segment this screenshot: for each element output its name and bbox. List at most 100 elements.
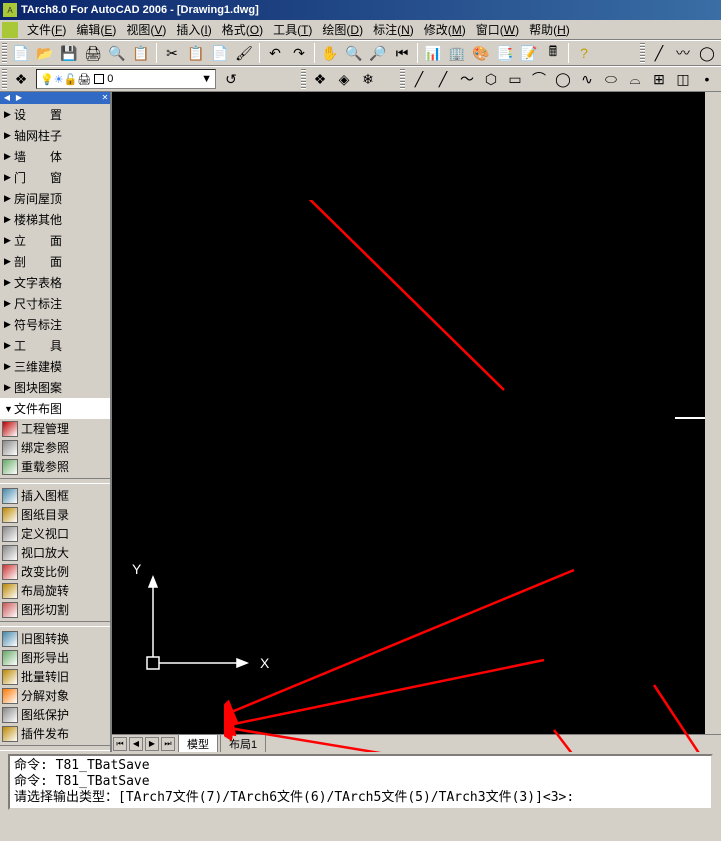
tree-item[interactable]: ▶房间屋顶 bbox=[0, 188, 110, 209]
draw-line-button[interactable]: ╱ bbox=[408, 68, 430, 90]
toolbar-grip[interactable] bbox=[2, 43, 7, 63]
drawing-canvas[interactable]: Y X ⏮ ◀ ▶ ⏭ 模型 布 bbox=[112, 92, 721, 752]
menu-h[interactable]: 帮助(H) bbox=[524, 19, 575, 40]
toolbar-grip[interactable] bbox=[400, 69, 405, 89]
tool-工程管理[interactable]: 工程管理 bbox=[0, 419, 110, 438]
layer-state-button[interactable]: ❖ bbox=[309, 68, 331, 90]
menu-d[interactable]: 绘图(D) bbox=[317, 19, 368, 40]
plot-preview-button[interactable]: 🔍 bbox=[106, 42, 128, 64]
tool-分解对象[interactable]: 分解对象 bbox=[0, 686, 110, 705]
layer-iso-button[interactable]: ◈ bbox=[333, 68, 355, 90]
tree-item[interactable]: ▶墙 体 bbox=[0, 146, 110, 167]
draw-arc-button[interactable]: ⌒ bbox=[528, 68, 550, 90]
tool-视口放大[interactable]: 视口放大 bbox=[0, 543, 110, 562]
tool-图纸目录[interactable]: 图纸目录 bbox=[0, 505, 110, 524]
toolbar-grip[interactable] bbox=[640, 43, 645, 63]
document-icon[interactable] bbox=[2, 22, 18, 38]
tool-布局旋转[interactable]: 布局旋转 bbox=[0, 581, 110, 600]
tree-item[interactable]: ▶尺寸标注 bbox=[0, 293, 110, 314]
toolbar-grip[interactable] bbox=[301, 69, 306, 89]
tool-插入图框[interactable]: 插入图框 bbox=[0, 486, 110, 505]
tab-last-button[interactable]: ⏭ bbox=[161, 737, 175, 751]
tree-item[interactable]: ▶工 具 bbox=[0, 335, 110, 356]
tool-图形切割[interactable]: 图形切割 bbox=[0, 600, 110, 619]
line-button[interactable]: ╱ bbox=[648, 42, 670, 64]
draw-insert-button[interactable]: ⊞ bbox=[648, 68, 670, 90]
match-prop-button[interactable]: 🖌 bbox=[233, 42, 255, 64]
menu-m[interactable]: 修改(M) bbox=[419, 19, 471, 40]
menu-f[interactable]: 文件(F) bbox=[22, 19, 71, 40]
menu-e[interactable]: 编辑(E) bbox=[71, 19, 121, 40]
tab-prev-button[interactable]: ◀ bbox=[129, 737, 143, 751]
draw-polygon-button[interactable]: ⬡ bbox=[480, 68, 502, 90]
pline-button[interactable]: 〰 bbox=[672, 42, 694, 64]
next-panel-icon[interactable]: ▶ bbox=[14, 92, 24, 102]
draw-circle-button[interactable]: ◯ bbox=[552, 68, 574, 90]
menu-v[interactable]: 视图(V) bbox=[121, 19, 171, 40]
tree-item[interactable]: ▶三维建模 bbox=[0, 356, 110, 377]
tab-layout1[interactable]: 布局1 bbox=[220, 734, 266, 753]
menu-o[interactable]: 格式(O) bbox=[217, 19, 268, 40]
close-panel-icon[interactable]: ✕ bbox=[100, 92, 110, 102]
save-button[interactable]: 💾 bbox=[58, 42, 80, 64]
tool-图纸保护[interactable]: 图纸保护 bbox=[0, 705, 110, 724]
redo-button[interactable]: ↷ bbox=[288, 42, 310, 64]
zoom-previous-button[interactable]: ⏮ bbox=[391, 42, 413, 64]
menu-i[interactable]: 插入(I) bbox=[171, 19, 216, 40]
tree-item[interactable]: ▶图块图案 bbox=[0, 377, 110, 398]
markup-button[interactable]: 📝 bbox=[518, 42, 540, 64]
tool-插件发布[interactable]: 插件发布 bbox=[0, 724, 110, 743]
menu-w[interactable]: 窗口(W) bbox=[471, 19, 524, 40]
tool-重载参照[interactable]: 重载参照 bbox=[0, 457, 110, 476]
paste-button[interactable]: 📄 bbox=[209, 42, 231, 64]
draw-rect-button[interactable]: ▭ bbox=[504, 68, 526, 90]
calc-button[interactable]: 🖩 bbox=[542, 42, 564, 64]
layer-prev-button[interactable]: ↺ bbox=[220, 68, 242, 90]
draw-pline-button[interactable]: 〜 bbox=[456, 68, 478, 90]
tree-item[interactable]: ▶文字表格 bbox=[0, 272, 110, 293]
draw-point-button[interactable]: • bbox=[696, 68, 718, 90]
cut-button[interactable]: ✂ bbox=[161, 42, 183, 64]
draw-ellarc-button[interactable]: ⌓ bbox=[624, 68, 646, 90]
zoom-window-button[interactable]: 🔎 bbox=[367, 42, 389, 64]
tool-旧图转换[interactable]: 旧图转换 bbox=[0, 629, 110, 648]
tree-item[interactable]: ▶楼梯其他 bbox=[0, 209, 110, 230]
help-button[interactable]: ? bbox=[573, 42, 595, 64]
tab-next-button[interactable]: ▶ bbox=[145, 737, 159, 751]
prev-panel-icon[interactable]: ◀ bbox=[2, 92, 12, 102]
tree-item[interactable]: ▶符号标注 bbox=[0, 314, 110, 335]
tool-图形导出[interactable]: 图形导出 bbox=[0, 648, 110, 667]
new-file-button[interactable]: 📄 bbox=[10, 42, 32, 64]
draw-xline-button[interactable]: ╱ bbox=[432, 68, 454, 90]
publish-button[interactable]: 📋 bbox=[130, 42, 152, 64]
menu-t[interactable]: 工具(T) bbox=[268, 19, 317, 40]
tree-item[interactable]: ▶设 置 bbox=[0, 104, 110, 125]
copy-button[interactable]: 📋 bbox=[185, 42, 207, 64]
draw-block-button[interactable]: ◫ bbox=[672, 68, 694, 90]
print-button[interactable]: 🖨 bbox=[82, 42, 104, 64]
properties-button[interactable]: 📊 bbox=[422, 42, 444, 64]
layer-manager-button[interactable]: ❖ bbox=[10, 68, 32, 90]
tree-item[interactable]: ▶立 面 bbox=[0, 230, 110, 251]
zoom-realtime-button[interactable]: 🔍 bbox=[343, 42, 365, 64]
menu-n[interactable]: 标注(N) bbox=[368, 19, 419, 40]
draw-ellipse-button[interactable]: ⬭ bbox=[600, 68, 622, 90]
undo-button[interactable]: ↶ bbox=[264, 42, 286, 64]
tool-定义视口[interactable]: 定义视口 bbox=[0, 524, 110, 543]
design-center-button[interactable]: 🏢 bbox=[446, 42, 468, 64]
layer-combo[interactable]: 💡☀🔓🖨 0 ▼ bbox=[36, 69, 216, 89]
command-window[interactable]: 命令: T81_TBatSave 命令: T81_TBatSave 请选择输出类… bbox=[8, 754, 713, 810]
sidebar-header[interactable]: ◀ ▶ ✕ bbox=[0, 92, 110, 104]
tree-item[interactable]: ▶门 窗 bbox=[0, 167, 110, 188]
pan-button[interactable]: ✋ bbox=[319, 42, 341, 64]
tree-item[interactable]: ▶轴网柱子 bbox=[0, 125, 110, 146]
tab-first-button[interactable]: ⏮ bbox=[113, 737, 127, 751]
vertical-scrollbar[interactable] bbox=[705, 92, 721, 734]
tab-model[interactable]: 模型 bbox=[178, 734, 218, 753]
layer-freeze-button[interactable]: ❄ bbox=[357, 68, 379, 90]
tool-绑定参照[interactable]: 绑定参照 bbox=[0, 438, 110, 457]
tree-item[interactable]: ▶剖 面 bbox=[0, 251, 110, 272]
tool-批量转旧[interactable]: 批量转旧 bbox=[0, 667, 110, 686]
toolbar-grip[interactable] bbox=[2, 69, 7, 89]
tree-item-selected[interactable]: ▼ 文件布图 bbox=[0, 398, 110, 419]
